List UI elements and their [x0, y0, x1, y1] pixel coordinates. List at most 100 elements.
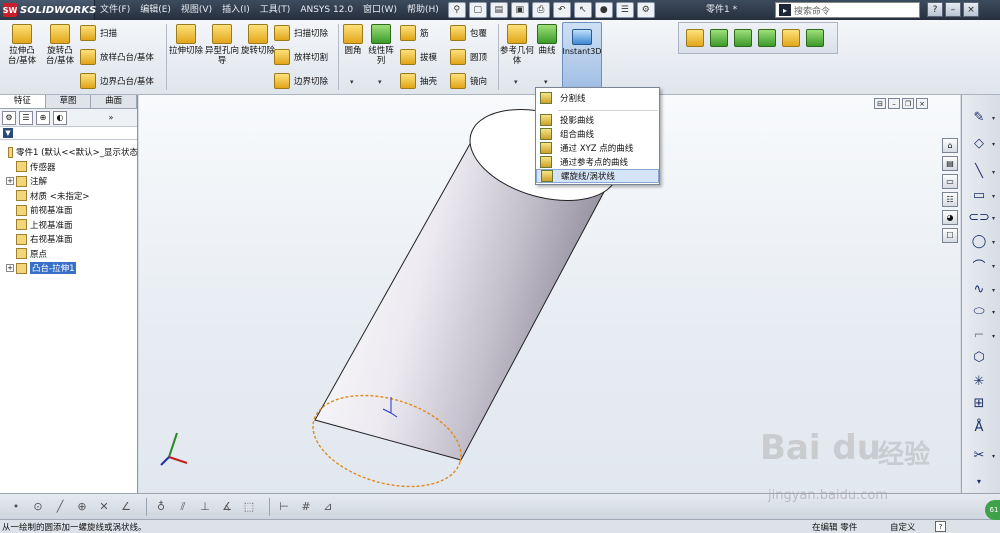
curves-button[interactable]: 曲线 — [534, 24, 560, 74]
configuration-manager-icon[interactable]: ⊕ — [36, 110, 50, 125]
options-gear-icon[interactable]: ⚙ — [636, 2, 655, 18]
viewport-close-icon[interactable]: × — [916, 98, 928, 109]
pattern-dropdown-icon[interactable]: ▾ — [378, 78, 382, 86]
status-help-icon[interactable]: ? — [935, 521, 946, 532]
dashed-box-icon[interactable]: ⬚ — [241, 499, 257, 515]
circle-cross-icon[interactable]: ⊕ — [74, 499, 90, 515]
menu-ansys[interactable]: ANSYS 12.0 — [295, 0, 358, 20]
rectangle-dropdown-icon[interactable]: ▾ — [992, 193, 995, 200]
arc-icon[interactable]: ⌒ — [968, 255, 990, 275]
menu-file[interactable]: 文件(F) — [95, 0, 135, 20]
extrude-boss-button[interactable]: 拉伸凸台/基体 — [4, 24, 40, 74]
menu-view[interactable]: 视图(V) — [176, 0, 217, 20]
open-folder-icon[interactable]: ▤ — [489, 2, 508, 18]
home-icon[interactable]: ⌂ — [942, 138, 958, 153]
display-manager-icon[interactable]: ◐ — [53, 110, 67, 125]
status-units[interactable]: 自定义 — [890, 521, 916, 533]
spline-icon[interactable]: ∿ — [968, 279, 990, 299]
expand-panel-icon[interactable]: » — [104, 111, 118, 125]
grid-icon[interactable]: # — [298, 499, 314, 515]
sweep-button[interactable]: 扫描 — [80, 24, 117, 42]
save-icon[interactable]: ▣ — [510, 2, 529, 18]
mirror-button[interactable]: 镜向 — [450, 72, 487, 90]
toolbar-scroll-down-icon[interactable]: ▾ — [968, 471, 990, 491]
diagonal-line-icon[interactable]: ╱ — [52, 499, 68, 515]
resources-icon[interactable]: ▤ — [942, 156, 958, 171]
arc-dropdown-icon[interactable]: ▾ — [992, 263, 995, 270]
menu-item-projected-curve[interactable]: 投影曲线 — [536, 113, 659, 127]
point-circle-icon[interactable]: ⊙ — [30, 499, 46, 515]
menu-window[interactable]: 窗口(W) — [358, 0, 402, 20]
file-properties-icon[interactable]: ☰ — [615, 2, 634, 18]
minimize-icon[interactable]: – — [945, 2, 961, 17]
menu-item-curve-through-xyz[interactable]: 通过 XYZ 点的曲线 — [536, 141, 659, 155]
menu-item-split-line[interactable]: 分割线 — [536, 91, 659, 105]
note-tool-icon[interactable] — [782, 29, 800, 47]
trim-icon[interactable]: ✂ — [968, 445, 990, 465]
loft-button[interactable]: 放样凸台/基体 — [80, 48, 154, 66]
curves-dropdown-icon[interactable]: ▾ — [544, 78, 548, 86]
fillet-dropdown-icon[interactable]: ▾ — [350, 78, 354, 86]
menu-item-helix-spiral[interactable]: 螺旋线/涡状线 — [536, 169, 659, 183]
property-manager-icon[interactable]: ☰ — [19, 110, 33, 125]
line-tool-icon[interactable] — [710, 29, 728, 47]
line-icon[interactable]: ╲ — [968, 161, 990, 181]
tree-item[interactable]: 前视基准面 — [0, 203, 138, 218]
menu-item-composite-curve[interactable]: 组合曲线 — [536, 127, 659, 141]
hole-wizard-button[interactable]: 异型孔向导 — [204, 24, 240, 74]
tree-item[interactable]: 上视基准面 — [0, 218, 138, 233]
angle-icon[interactable]: ∡ — [219, 499, 235, 515]
pin-icon[interactable]: ⚲ — [447, 2, 466, 18]
tab-sketch[interactable]: 草图 — [46, 95, 92, 108]
tab-surfaces[interactable]: 曲面 — [91, 95, 138, 108]
extrude-tool-icon[interactable] — [686, 29, 704, 47]
viewport-restore-icon[interactable]: ❐ — [902, 98, 914, 109]
viewport-minimize-icon[interactable]: – — [888, 98, 900, 109]
dimension-dropdown-icon[interactable]: ▾ — [992, 141, 995, 148]
tree-expander-icon[interactable]: + — [6, 264, 14, 273]
viewport-split-icon[interactable]: ⊟ — [874, 98, 886, 109]
rectangle-icon[interactable]: ▭ — [968, 185, 990, 205]
boundary-cut-button[interactable]: 边界切除 — [274, 72, 328, 90]
tree-item[interactable]: + 凸台-拉伸1 — [0, 261, 138, 276]
perpendicular-icon[interactable]: ⊥ — [197, 499, 213, 515]
horizontal-dimension-icon[interactable]: ⊢ — [276, 499, 292, 515]
fillet-sketch-dropdown-icon[interactable]: ▾ — [992, 333, 995, 340]
draft-button[interactable]: 拔模 — [400, 48, 437, 66]
slot-icon[interactable]: ⊂⊃ — [968, 207, 990, 227]
boundary-boss-button[interactable]: 边界凸台/基体 — [80, 72, 154, 90]
revolve-cut-button[interactable]: 旋转切除 — [240, 24, 276, 74]
parallel-icon[interactable]: ⫽ — [175, 499, 191, 515]
instant3d-button[interactable]: Instant3D — [562, 22, 602, 92]
slot-dropdown-icon[interactable]: ▾ — [992, 215, 995, 222]
feature-manager-icon[interactable]: ⚙ — [2, 110, 16, 125]
file-explorer-icon[interactable]: ☷ — [942, 192, 958, 207]
tree-item[interactable]: 零件1 (默认<<默认>_显示状态 — [0, 145, 138, 160]
menu-help[interactable]: 帮助(H) — [402, 0, 444, 20]
tangent-icon[interactable]: ♁ — [153, 499, 169, 515]
ellipse-icon[interactable]: ⬭ — [968, 301, 990, 321]
circle-icon[interactable]: ◯ — [968, 231, 990, 251]
spline-dropdown-icon[interactable]: ▾ — [992, 287, 995, 294]
sweep-cut-button[interactable]: 扫描切除 — [274, 24, 328, 42]
smart-dimension-icon[interactable]: ◇ — [968, 133, 990, 153]
rib-button[interactable]: 筋 — [400, 24, 429, 42]
tree-filter[interactable]: ▼ — [0, 127, 137, 140]
sketch-dropdown-icon[interactable]: ▾ — [992, 115, 995, 122]
tree-item[interactable]: 原点 — [0, 247, 138, 262]
loft-cut-button[interactable]: 放样切割 — [274, 48, 328, 66]
plane-icon[interactable]: ⊞ — [968, 393, 990, 413]
select-pointer-icon[interactable]: ↖ — [573, 2, 592, 18]
undo-icon[interactable]: ↶ — [552, 2, 571, 18]
search-input[interactable]: ▸ 搜索命令 — [775, 2, 920, 18]
custom-properties-icon[interactable]: ☐ — [942, 228, 958, 243]
helix-tool-icon[interactable] — [806, 29, 824, 47]
menu-insert[interactable]: 插入(I) — [217, 0, 255, 20]
curve-tool-icon[interactable] — [734, 29, 752, 47]
tree-item[interactable]: 传感器 — [0, 160, 138, 175]
sketch-pencil-icon[interactable]: ✎ — [968, 107, 990, 127]
tab-features[interactable]: 特征 — [0, 95, 46, 108]
tree-item[interactable]: 材质 <未指定> — [0, 189, 138, 204]
help-question-icon[interactable]: ? — [927, 2, 943, 17]
text-icon[interactable]: Å — [968, 417, 990, 437]
